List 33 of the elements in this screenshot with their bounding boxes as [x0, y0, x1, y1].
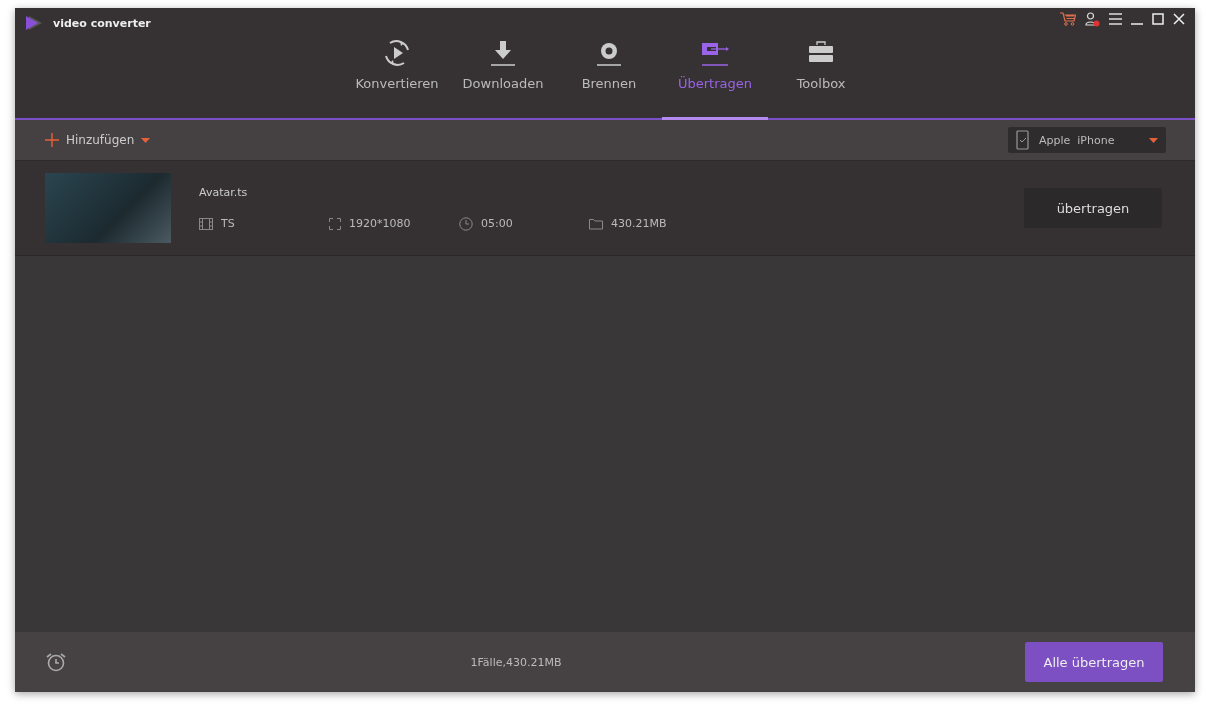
resolution-text: 1920*1080 — [349, 217, 411, 230]
phone-icon — [1016, 130, 1029, 150]
duration-text: 05:00 — [481, 217, 513, 230]
convert-icon — [382, 38, 412, 68]
resize-icon — [329, 217, 341, 230]
caret-icon — [141, 137, 151, 143]
file-name: Avatar.ts — [199, 185, 249, 199]
plus-icon — [45, 133, 59, 147]
format-text: TS — [221, 217, 235, 230]
clock-icon — [459, 216, 473, 231]
play-logo-icon — [25, 15, 43, 31]
nav-tab[interactable]: Downloaden — [450, 38, 556, 120]
download-icon — [490, 38, 516, 68]
transfer-button[interactable]: übertragen — [1024, 188, 1162, 228]
nav-tab[interactable]: Toolbox — [768, 38, 874, 120]
app-title: video converter — [53, 16, 151, 30]
summary-text: 1Fälle,430.21MB — [470, 655, 562, 669]
alarm-clock-icon[interactable] — [45, 652, 67, 672]
device-dropdown[interactable]: Apple iPhone — [1008, 127, 1166, 153]
film-icon — [199, 217, 213, 230]
cart-icon[interactable] — [1060, 12, 1076, 26]
user-icon[interactable] — [1085, 11, 1100, 27]
transfer-all-button[interactable]: Alle übertragen — [1025, 642, 1163, 682]
maximize-icon[interactable] — [1152, 13, 1164, 25]
size-text: 430.21MB — [611, 217, 667, 230]
folder-icon — [589, 217, 603, 230]
add-button[interactable]: Hinzufügen — [45, 133, 151, 147]
caret-icon — [1149, 137, 1158, 143]
device-name: Apple iPhone — [1039, 133, 1116, 147]
close-icon[interactable] — [1173, 13, 1185, 25]
nav-tab[interactable]: Brennen — [556, 38, 662, 120]
nav-tab[interactable]: Konvertieren — [344, 38, 450, 120]
menu-icon[interactable] — [1109, 13, 1122, 25]
